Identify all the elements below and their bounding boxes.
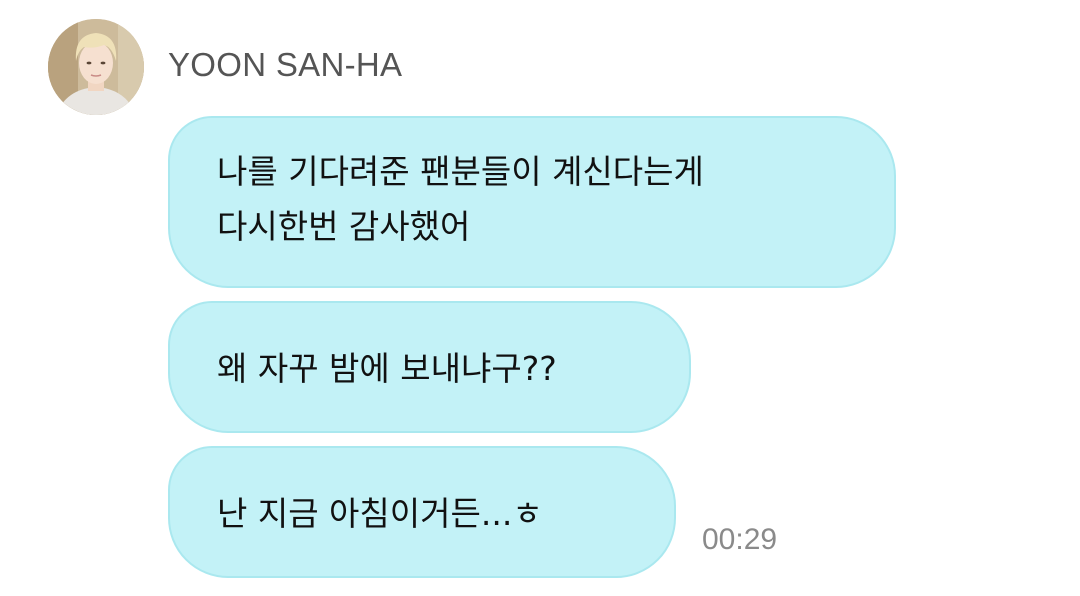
message-text-line: 난 지금 아침이거든...ㅎ <box>217 494 543 533</box>
message-text-line: 나를 기다려준 팬분들이 계신다는게 <box>217 152 704 191</box>
message-text-line: 다시한번 감사했어 <box>217 207 471 246</box>
sender-avatar[interactable] <box>48 19 144 115</box>
message-bubble[interactable]: 왜 자꾸 밤에 보내냐구?? <box>168 301 691 433</box>
message-bubble[interactable]: 난 지금 아침이거든...ㅎ <box>168 446 676 578</box>
message-text-line: 왜 자꾸 밤에 보내냐구?? <box>217 349 557 388</box>
message-bubble[interactable]: 나를 기다려준 팬분들이 계신다는게 다시한번 감사했어 <box>168 116 896 288</box>
sender-name: YOON SAN-HA <box>168 46 403 83</box>
message-timestamp: 00:29 <box>702 523 778 556</box>
avatar-portrait-icon <box>48 19 144 115</box>
